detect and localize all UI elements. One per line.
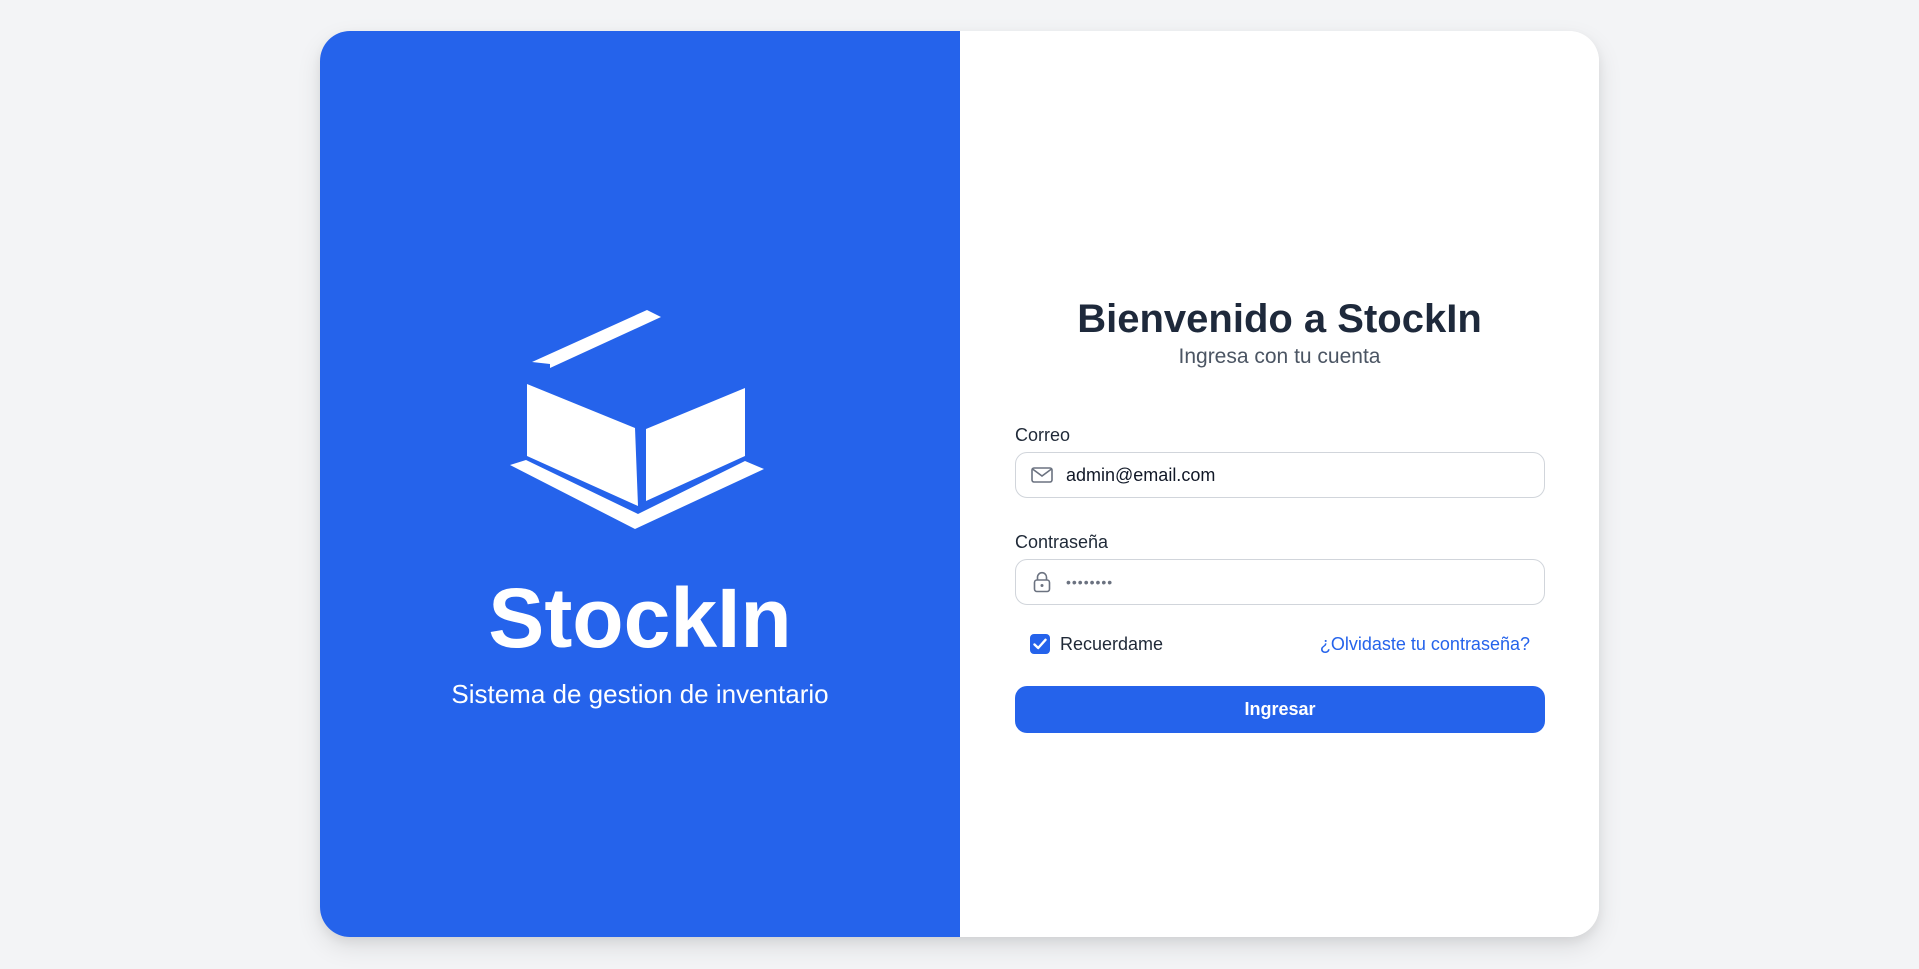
page-title: Bienvenido a StockIn bbox=[1077, 297, 1482, 341]
login-button[interactable]: Ingresar bbox=[1015, 686, 1545, 733]
brand-panel: StockIn Sistema de gestion de inventario bbox=[320, 31, 960, 937]
page-subtitle: Ingresa con tu cuenta bbox=[1178, 345, 1381, 368]
remember-label: Recuerdame bbox=[1060, 633, 1164, 654]
password-label: Contraseña bbox=[1015, 532, 1109, 552]
email-label: Correo bbox=[1015, 425, 1071, 445]
email-field-wrapper[interactable] bbox=[1015, 452, 1545, 498]
remember-checkbox[interactable] bbox=[1030, 634, 1050, 654]
check-icon bbox=[1033, 638, 1047, 650]
login-card: StockIn Sistema de gestion de inventario… bbox=[320, 31, 1599, 937]
box-icon bbox=[510, 310, 764, 529]
brand-tagline: Sistema de gestion de inventario bbox=[451, 679, 829, 709]
remember-me[interactable]: Recuerdame bbox=[1030, 634, 1163, 655]
login-form-panel: Bienvenido a StockIn Ingresa con tu cuen… bbox=[960, 31, 1599, 937]
remember-row: Recuerdame ¿Olvidaste tu contraseña? bbox=[1030, 631, 1530, 657]
forgot-password-link[interactable]: ¿Olvidaste tu contraseña? bbox=[1320, 634, 1530, 655]
brand-name: StockIn bbox=[488, 571, 792, 665]
mail-icon bbox=[1030, 463, 1054, 487]
lock-icon bbox=[1030, 570, 1054, 594]
password-field[interactable]: •••••••• bbox=[1066, 574, 1113, 590]
email-field[interactable] bbox=[1066, 453, 1544, 497]
password-field-wrapper[interactable]: •••••••• bbox=[1015, 559, 1545, 605]
